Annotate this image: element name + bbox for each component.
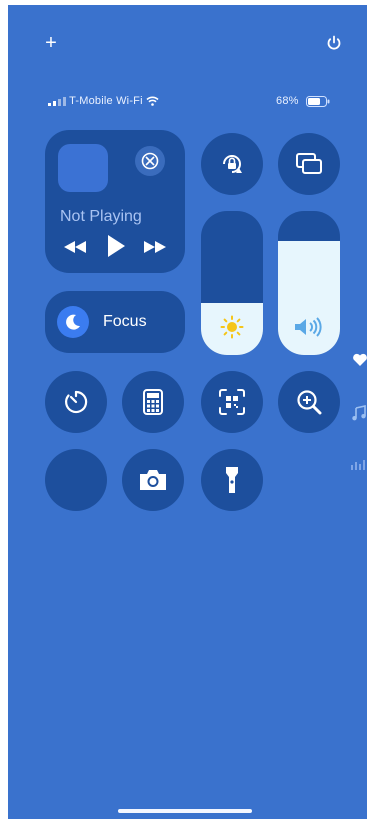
volume-fill [278, 241, 340, 355]
signal-bars-icon[interactable] [351, 460, 367, 470]
cellular-bars-icon [48, 96, 66, 106]
battery-icon [305, 95, 330, 107]
play-button[interactable] [106, 234, 126, 258]
home-indicator[interactable] [118, 809, 252, 813]
calculator-icon [143, 389, 163, 415]
screen-mirroring-button[interactable] [278, 133, 340, 195]
focus-button[interactable]: Focus [45, 291, 185, 353]
flashlight-icon [226, 467, 238, 493]
speaker-icon [294, 317, 324, 337]
airplay-icon [141, 152, 159, 170]
battery-percent: 68% [276, 95, 299, 107]
orientation-lock-icon [223, 155, 242, 173]
wifi-icon [146, 96, 159, 106]
focus-label: Focus [103, 313, 147, 330]
fast-forward-icon [144, 241, 166, 253]
brightness-slider[interactable] [201, 211, 263, 355]
airplay-audio-button[interactable] [135, 146, 165, 176]
dark-mode-button[interactable] [45, 449, 107, 511]
timer-icon [65, 390, 88, 414]
focus-moon-badge [57, 306, 89, 338]
timer-button[interactable] [45, 371, 107, 433]
camera-button[interactable] [122, 449, 184, 511]
media-player-tile[interactable]: Not Playing [45, 130, 185, 273]
moon-icon [66, 314, 80, 330]
album-art [58, 144, 108, 192]
fast-forward-button[interactable] [143, 240, 167, 254]
plus-icon[interactable]: + [42, 33, 60, 53]
sun-icon [220, 315, 244, 339]
play-icon [108, 235, 125, 257]
screen-mirroring-icon [296, 153, 322, 174]
power-icon[interactable] [326, 35, 342, 51]
camera-icon [140, 470, 166, 490]
magnifier-icon [297, 390, 322, 415]
rewind-icon [64, 241, 86, 253]
status-left: T-Mobile Wi-Fi [48, 95, 159, 107]
carrier-label: T-Mobile Wi-Fi [69, 95, 143, 107]
status-right: 68% [276, 95, 330, 107]
flashlight-button[interactable] [201, 449, 263, 511]
control-center: + T-Mobile Wi-Fi 68% Not Playing Focus [8, 5, 367, 819]
rewind-button[interactable] [63, 240, 87, 254]
orientation-lock-button[interactable] [201, 133, 263, 195]
volume-slider[interactable] [278, 211, 340, 355]
music-note-icon[interactable] [352, 405, 366, 421]
calculator-button[interactable] [122, 371, 184, 433]
heart-icon[interactable] [352, 353, 367, 367]
code-scanner-icon [219, 389, 245, 415]
code-scanner-button[interactable] [201, 371, 263, 433]
magnifier-button[interactable] [278, 371, 340, 433]
now-playing-label: Not Playing [60, 208, 142, 225]
